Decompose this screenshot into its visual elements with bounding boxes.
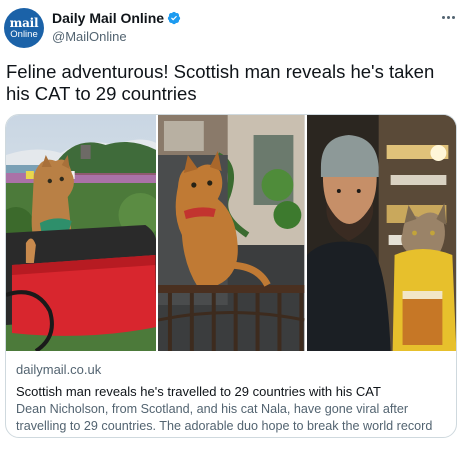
tweet[interactable]: mail Online Daily Mail Online @MailOnlin… bbox=[0, 0, 474, 453]
card-meta[interactable]: dailymail.co.uk Scottish man reveals he'… bbox=[16, 362, 448, 435]
card-description: Dean Nicholson, from Scotland, and his c… bbox=[16, 402, 433, 433]
author-handle[interactable]: @MailOnline bbox=[52, 29, 181, 44]
more-horizontal-icon[interactable] bbox=[438, 10, 458, 24]
avatar-logo-line2: Online bbox=[10, 28, 38, 40]
link-card[interactable]: dailymail.co.uk Scottish man reveals he'… bbox=[5, 114, 457, 438]
verified-badge-icon bbox=[167, 11, 181, 25]
card-photos[interactable] bbox=[6, 115, 456, 351]
card-photo-cat-railing[interactable] bbox=[158, 115, 305, 351]
card-photo-cat-bike-basket[interactable] bbox=[6, 115, 157, 351]
author-name[interactable]: Daily Mail Online bbox=[52, 10, 164, 26]
avatar-logo-line1: mail bbox=[9, 15, 39, 30]
avatar[interactable]: mail Online bbox=[4, 8, 44, 48]
card-domain: dailymail.co.uk bbox=[16, 362, 102, 377]
card-photo-man-and-cat[interactable] bbox=[306, 115, 456, 351]
card-title: Scottish man reveals he's travelled to 2… bbox=[16, 384, 381, 399]
tweet-text: Feline adventurous! Scottish man reveals… bbox=[6, 61, 435, 104]
tweet-header: Daily Mail Online @MailOnline bbox=[52, 9, 181, 44]
